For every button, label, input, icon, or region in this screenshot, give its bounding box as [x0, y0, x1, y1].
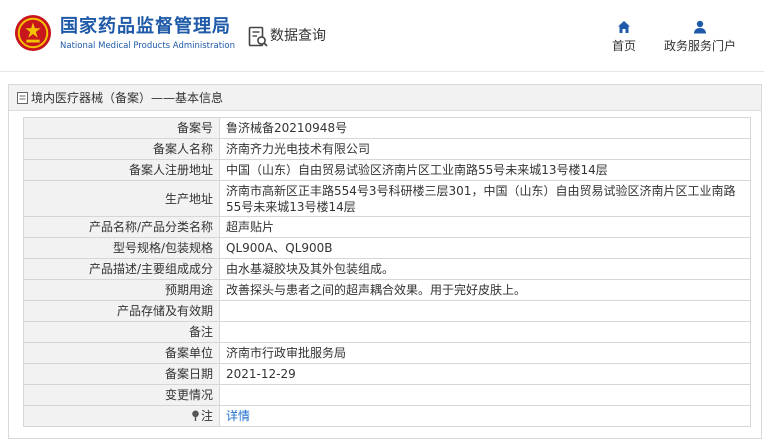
nav-home-label: 首页 — [611, 39, 636, 53]
field-value: 2021-12-29 — [219, 363, 751, 385]
table-row: 备案人注册地址 中国（山东）自由贸易试验区济南片区工业南路55号未来城13号楼1… — [23, 159, 751, 181]
table-row: 预期用途 改善探头与患者之间的超声耦合效果。用于完好皮肤上。 — [23, 279, 751, 301]
field-value: 超声贴片 — [219, 216, 751, 238]
nav-service-portal-label: 政务服务门户 — [663, 39, 736, 53]
field-label: 备案单位 — [23, 342, 220, 364]
note-value: 详情 — [219, 405, 751, 427]
nav-service-portal[interactable]: 政务服务门户 — [660, 20, 740, 53]
table-row: 注 详情 — [23, 405, 751, 427]
field-label: 产品名称/产品分类名称 — [23, 216, 220, 238]
table-row: 备案人名称 济南齐力光电技术有限公司 — [23, 138, 751, 160]
table-row: 备案号 鲁济械备20210948号 — [23, 117, 751, 139]
field-value: 济南市高新区正丰路554号3号科研楼三层301，中国（山东）自由贸易试验区济南片… — [219, 180, 751, 217]
home-icon — [618, 21, 630, 33]
field-value: 鲁济械备20210948号 — [219, 117, 751, 139]
field-label: 备注 — [23, 321, 220, 343]
table-row: 产品存储及有效期 — [23, 300, 751, 322]
detail-table: 备案号 鲁济械备20210948号 备案人名称 济南齐力光电技术有限公司 备案人… — [23, 117, 751, 427]
field-value — [219, 321, 751, 343]
brand[interactable]: 国家药品监督管理局 National Medical Products Admi… — [60, 16, 235, 52]
field-label: 变更情况 — [23, 384, 220, 406]
brand-name-cn: 国家药品监督管理局 — [60, 16, 231, 37]
field-value — [219, 384, 751, 406]
field-label: 产品存储及有效期 — [23, 300, 220, 322]
details-link[interactable]: 详情 — [226, 409, 250, 423]
field-value: 济南齐力光电技术有限公司 — [219, 138, 751, 160]
pin-icon — [192, 410, 199, 421]
note-label-text: 注 — [200, 409, 213, 423]
field-value — [219, 300, 751, 322]
nav-home[interactable]: 首页 — [584, 20, 664, 53]
table-row: 生产地址 济南市高新区正丰路554号3号科研楼三层301，中国（山东）自由贸易试… — [23, 180, 751, 217]
table-row: 产品名称/产品分类名称 超声贴片 — [23, 216, 751, 238]
field-label: 型号规格/包装规格 — [23, 237, 220, 259]
data-query-icon — [248, 26, 268, 47]
field-label: 备案人名称 — [23, 138, 220, 160]
table-row: 变更情况 — [23, 384, 751, 406]
breadcrumb-text: 境内医疗器械（备案）——基本信息 — [31, 91, 224, 105]
table-row: 备注 — [23, 321, 751, 343]
brand-name-en: National Medical Products Administration — [60, 41, 235, 51]
field-value: 中国（山东）自由贸易试验区济南片区工业南路55号未来城13号楼14层 — [219, 159, 751, 181]
note-label: 注 — [23, 405, 220, 427]
field-label: 备案日期 — [23, 363, 220, 385]
field-label: 备案人注册地址 — [23, 159, 220, 181]
detail-panel: 境内医疗器械（备案）——基本信息 备案号 鲁济械备20210948号 备案人名称… — [8, 84, 762, 439]
table-row: 备案单位 济南市行政审批服务局 — [23, 342, 751, 364]
table-row: 型号规格/包装规格 QL900A、QL900B — [23, 237, 751, 259]
document-icon — [17, 91, 28, 104]
table-row: 产品描述/主要组成成分 由水基凝胶块及其外包装组成。 — [23, 258, 751, 280]
field-label: 产品描述/主要组成成分 — [23, 258, 220, 280]
breadcrumb: 境内医疗器械（备案）——基本信息 — [9, 85, 761, 111]
field-label: 生产地址 — [23, 180, 220, 217]
data-query-label: 数据查询 — [270, 28, 326, 44]
table-row: 备案日期 2021-12-29 — [23, 363, 751, 385]
field-label: 备案号 — [23, 117, 220, 139]
national-emblem-icon — [14, 14, 52, 52]
field-value: QL900A、QL900B — [219, 237, 751, 259]
field-label: 预期用途 — [23, 279, 220, 301]
field-value: 由水基凝胶块及其外包装组成。 — [219, 258, 751, 280]
site-header: 国家药品监督管理局 National Medical Products Admi… — [0, 0, 764, 72]
field-value: 济南市行政审批服务局 — [219, 342, 751, 364]
user-icon — [694, 20, 706, 34]
field-value: 改善探头与患者之间的超声耦合效果。用于完好皮肤上。 — [219, 279, 751, 301]
